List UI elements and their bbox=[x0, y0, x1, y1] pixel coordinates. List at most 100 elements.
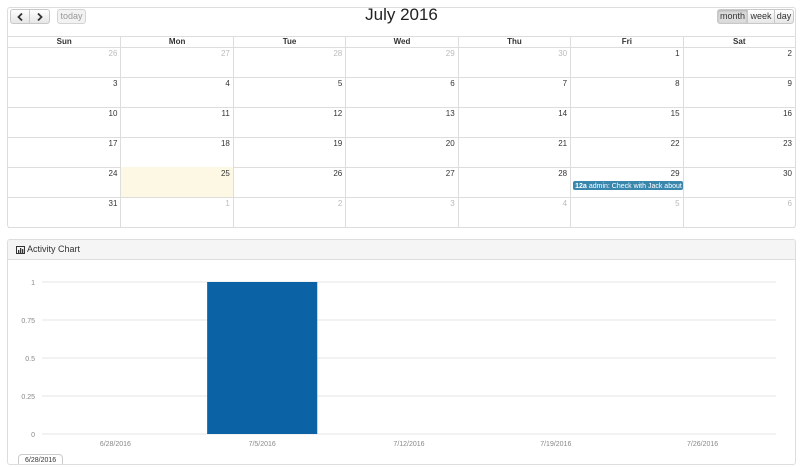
day-cell[interactable]: 10 bbox=[8, 107, 120, 137]
day-cell[interactable]: 19 bbox=[232, 137, 345, 167]
x-tick-label: 7/26/2016 bbox=[687, 441, 718, 448]
day-number: 12 bbox=[333, 109, 343, 118]
day-cell[interactable]: 29 12a admin: Check with Jack about co bbox=[570, 167, 684, 197]
month-view-button[interactable]: month bbox=[717, 9, 748, 24]
day-cell[interactable]: 16 bbox=[682, 107, 795, 137]
calendar-grid: Sun Mon Tue Wed Thu Fri Sat 26 27 28 29 30 1 2 3 4 5 6 7 8… bbox=[8, 36, 795, 228]
day-view-button[interactable]: day bbox=[774, 9, 794, 24]
activity-bar-chart: 0 0.25 0.5 0.75 1 6/28/2016 7/5/2016 7/12/2016 7… bbox=[21, 280, 776, 448]
day-cell[interactable]: 15 bbox=[570, 107, 682, 137]
day-number: 2 bbox=[337, 199, 343, 208]
chart-title: Activity Chart bbox=[27, 244, 81, 254]
day-cell[interactable]: 26 bbox=[8, 47, 120, 77]
y-tick-label: 0.75 bbox=[21, 318, 35, 325]
week-row: 24 25 26 27 28 29 12a admin: Check with Jack ab… bbox=[8, 167, 795, 198]
day-cell[interactable]: 6 bbox=[682, 197, 795, 227]
day-number: 5 bbox=[337, 79, 343, 88]
calendar-event[interactable]: 12a admin: Check with Jack about co bbox=[573, 181, 684, 190]
day-number: 15 bbox=[670, 109, 680, 118]
day-number: 29 bbox=[445, 49, 455, 58]
weekday-header-fri: Fri bbox=[570, 37, 682, 47]
chart-panel-header: Activity Chart bbox=[8, 240, 795, 260]
day-number: 28 bbox=[558, 169, 568, 178]
day-number: 31 bbox=[108, 199, 118, 208]
bar bbox=[207, 282, 318, 434]
day-cell[interactable]: 9 bbox=[682, 77, 795, 107]
day-cell[interactable]: 28 bbox=[457, 167, 570, 197]
day-number: 4 bbox=[225, 79, 230, 88]
day-cell[interactable]: 2 bbox=[232, 197, 345, 227]
hover-date-label: 6/28/2016 bbox=[18, 454, 64, 464]
day-cell[interactable]: 18 bbox=[120, 137, 232, 167]
day-cell[interactable]: 14 bbox=[457, 107, 570, 137]
x-tick-label: 7/12/2016 bbox=[393, 441, 424, 448]
weekday-header-thu: Thu bbox=[457, 37, 570, 47]
day-cell[interactable]: 22 bbox=[570, 137, 682, 167]
day-number: 27 bbox=[445, 169, 455, 178]
day-number: 24 bbox=[108, 169, 118, 178]
day-cell-today[interactable]: 25 bbox=[120, 167, 233, 197]
day-number: 22 bbox=[670, 139, 680, 148]
calendar-title: July 2016 bbox=[365, 5, 438, 24]
day-number: 4 bbox=[562, 199, 568, 208]
day-cell[interactable]: 20 bbox=[345, 137, 457, 167]
day-cell[interactable]: 23 bbox=[682, 137, 795, 167]
day-number: 3 bbox=[112, 79, 118, 88]
day-number: 26 bbox=[108, 49, 118, 58]
calendar-panel: today July 2016 month week day Sun Mon Tue… bbox=[7, 5, 796, 228]
day-cell[interactable]: 27 bbox=[120, 47, 232, 77]
day-cell[interactable]: 4 bbox=[120, 77, 232, 107]
day-number: 13 bbox=[445, 109, 455, 118]
day-cell[interactable]: 28 bbox=[232, 47, 345, 77]
day-number: 14 bbox=[558, 109, 568, 118]
week-row: 31 1 2 3 4 5 6 bbox=[8, 197, 795, 228]
day-cell[interactable]: 17 bbox=[8, 137, 120, 167]
day-number: 29 bbox=[670, 169, 680, 178]
day-number: 23 bbox=[783, 139, 792, 148]
weekday-header-sun: Sun bbox=[56, 37, 72, 46]
day-cell[interactable]: 30 bbox=[457, 47, 570, 77]
day-cell[interactable]: 3 bbox=[8, 77, 120, 107]
day-cell[interactable]: 6 bbox=[345, 77, 457, 107]
x-tick-label: 6/28/2016 bbox=[100, 441, 131, 448]
day-number: 9 bbox=[787, 79, 792, 88]
day-cell[interactable]: 21 bbox=[457, 137, 570, 167]
day-number: 26 bbox=[333, 169, 343, 178]
day-number: 11 bbox=[221, 109, 230, 118]
day-cell[interactable]: 7 bbox=[457, 77, 570, 107]
day-cell[interactable]: 30 bbox=[682, 167, 795, 197]
day-number: 1 bbox=[675, 49, 680, 58]
weekday-header-mon: Mon bbox=[120, 37, 232, 47]
day-number: 17 bbox=[108, 139, 118, 148]
day-cell[interactable]: 26 bbox=[232, 167, 345, 197]
week-row: 10 11 12 13 14 15 16 bbox=[8, 107, 795, 138]
weekday-header-tue: Tue bbox=[232, 37, 345, 47]
day-number: 30 bbox=[558, 49, 568, 58]
y-tick-label: 0.25 bbox=[21, 394, 35, 401]
day-cell[interactable]: 27 bbox=[345, 167, 457, 197]
week-view-button[interactable]: week bbox=[747, 9, 775, 24]
day-cell[interactable]: 5 bbox=[570, 197, 682, 227]
day-number: 10 bbox=[108, 109, 118, 118]
day-cell[interactable]: 8 bbox=[570, 77, 682, 107]
day-cell[interactable]: 5 bbox=[232, 77, 345, 107]
day-cell[interactable]: 4 bbox=[457, 197, 570, 227]
week-row: 3 4 5 6 7 8 9 bbox=[8, 77, 795, 108]
day-cell[interactable]: 12 bbox=[232, 107, 345, 137]
day-cell[interactable]: 2 bbox=[682, 47, 795, 77]
day-cell[interactable]: 13 bbox=[345, 107, 457, 137]
y-tick-label: 1 bbox=[31, 280, 35, 287]
day-cell[interactable]: 31 bbox=[8, 197, 120, 227]
day-cell[interactable]: 11 bbox=[120, 107, 232, 137]
day-cell[interactable]: 1 bbox=[120, 197, 232, 227]
weekday-header-wed: Wed bbox=[345, 37, 457, 47]
day-cell[interactable]: 24 bbox=[8, 167, 120, 197]
week-row: 26 27 28 29 30 1 2 bbox=[8, 47, 795, 78]
day-number: 25 bbox=[220, 169, 230, 178]
week-row: 17 18 19 20 21 22 23 bbox=[8, 137, 795, 168]
x-tick-label: 7/5/2016 bbox=[249, 441, 276, 448]
weekday-header-sat: Sat bbox=[682, 37, 795, 47]
day-cell[interactable]: 29 bbox=[345, 47, 457, 77]
day-cell[interactable]: 1 bbox=[570, 47, 682, 77]
day-cell[interactable]: 3 bbox=[345, 197, 457, 227]
